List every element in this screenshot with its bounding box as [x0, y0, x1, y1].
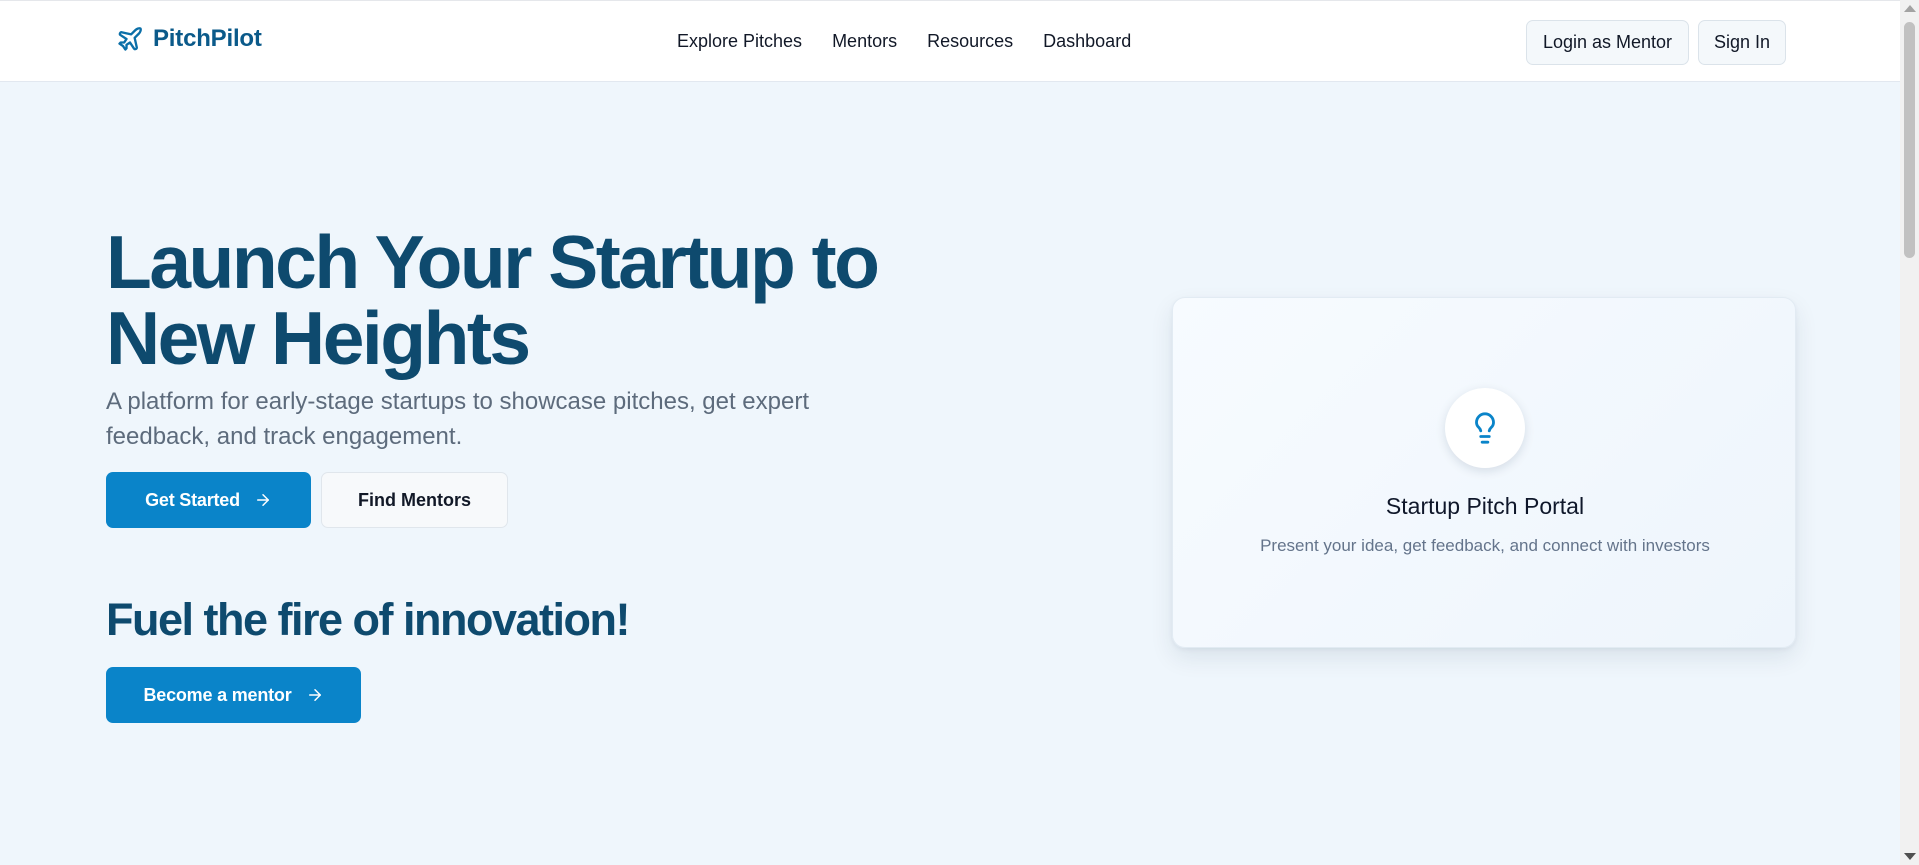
scroll-down-arrow-icon[interactable] — [1900, 848, 1919, 865]
hero-title-line-2: New Heights — [106, 296, 531, 380]
scroll-up-arrow-icon[interactable] — [1900, 0, 1919, 17]
brand-logo[interactable]: PitchPilot — [116, 25, 262, 53]
fuel-innovation-heading: Fuel the fire of innovation! — [106, 594, 630, 645]
main-nav: Explore Pitches Mentors Resources Dashbo… — [677, 31, 1131, 52]
arrow-right-icon — [256, 494, 269, 506]
hero-title: Launch Your Startup to New Heights — [106, 224, 906, 376]
nav-mentors[interactable]: Mentors — [832, 31, 897, 52]
hero-title-line-1: Launch Your Startup to — [106, 220, 880, 304]
card-description: Present your idea, get feedback, and con… — [1260, 536, 1710, 555]
hero-subtitle: A platform for early-stage startups to s… — [106, 388, 810, 450]
nav-explore-pitches[interactable]: Explore Pitches — [677, 31, 802, 52]
top-navbar: PitchPilot Explore Pitches Mentors Resou… — [0, 0, 1900, 82]
plane-icon — [118, 27, 142, 51]
become-mentor-label: Become a mentor — [143, 684, 292, 705]
arrow-right-icon — [308, 689, 321, 701]
get-started-label: Get Started — [145, 489, 240, 510]
page-viewport: PitchPilot Explore Pitches Mentors Resou… — [0, 0, 1900, 865]
nav-dashboard[interactable]: Dashboard — [1043, 31, 1131, 52]
lightbulb-icon — [1475, 412, 1495, 444]
get-started-button[interactable]: Get Started — [106, 472, 311, 528]
card-icon-circle — [1445, 388, 1525, 468]
find-mentors-button[interactable]: Find Mentors — [321, 472, 508, 528]
card-title: Startup Pitch Portal — [1385, 493, 1585, 519]
login-as-mentor-button[interactable]: Login as Mentor — [1526, 20, 1689, 65]
brand-name: PitchPilot — [153, 25, 262, 52]
vertical-scrollbar[interactable] — [1900, 0, 1919, 865]
become-mentor-button[interactable]: Become a mentor — [106, 667, 361, 723]
startup-pitch-portal-card: Startup Pitch Portal Present your idea, … — [1172, 297, 1796, 648]
nav-resources[interactable]: Resources — [927, 31, 1013, 52]
scrollbar-thumb[interactable] — [1904, 22, 1915, 258]
sign-in-button[interactable]: Sign In — [1698, 20, 1786, 65]
